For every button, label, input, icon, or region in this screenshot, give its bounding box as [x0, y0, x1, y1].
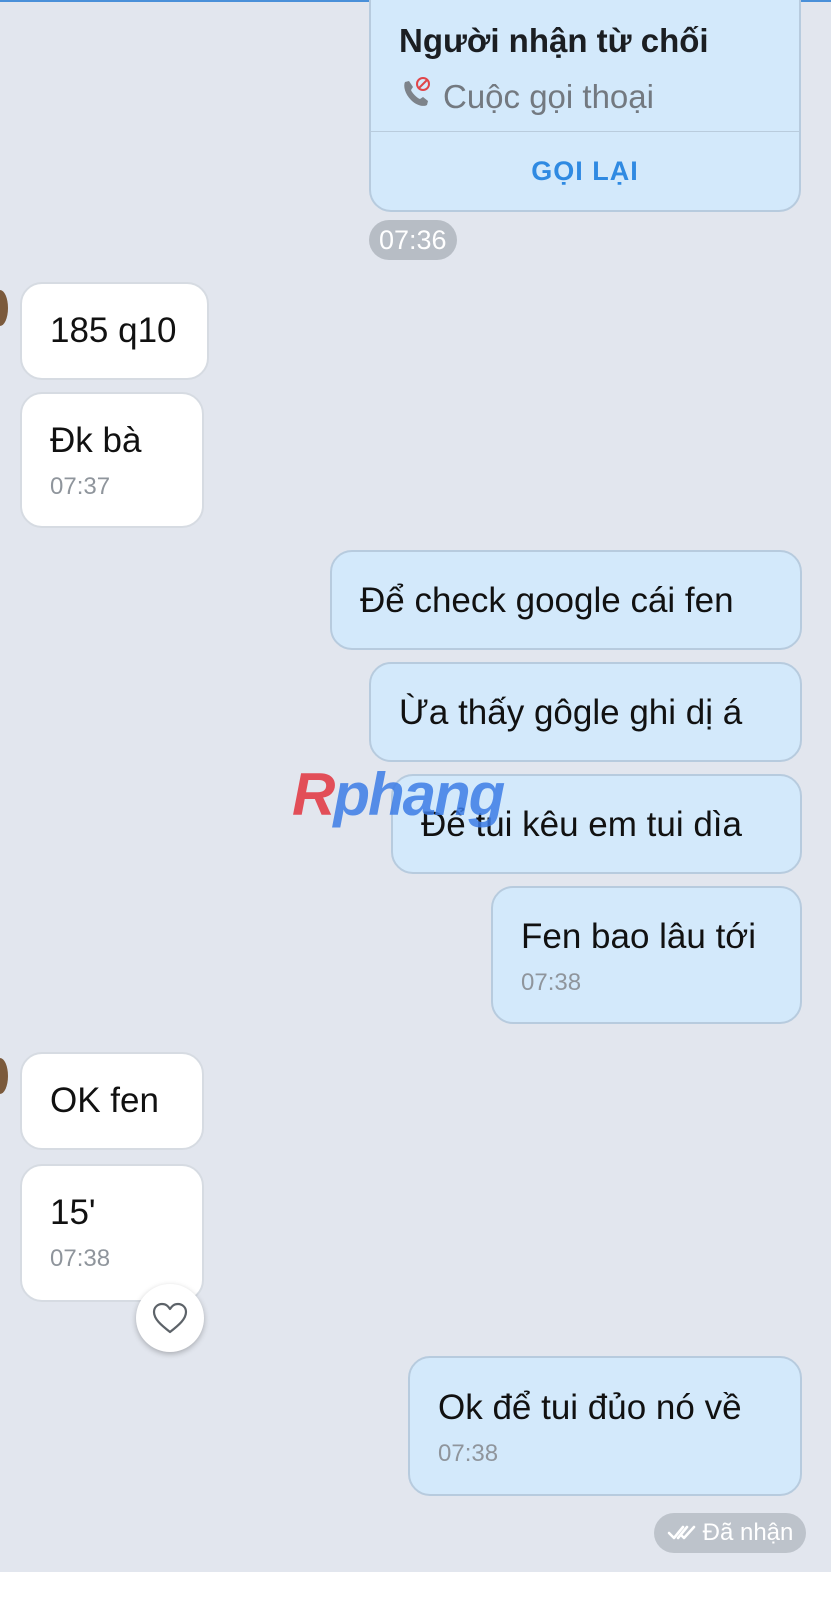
bottom-bar	[0, 1572, 831, 1600]
phone-declined-icon	[399, 76, 433, 118]
call-type-label: Cuộc gọi thoại	[443, 78, 654, 115]
message-text: Đk bà	[50, 421, 142, 460]
message-text: 15'	[50, 1193, 96, 1232]
message-text: 185 q10	[50, 311, 177, 350]
message-bubble-incoming[interactable]: 185 q10	[20, 282, 209, 380]
message-bubble-outgoing[interactable]: Để tui kêu em tui dìa	[391, 774, 802, 874]
message-bubble-outgoing[interactable]: Ok để tui đủo nó về 07:38	[408, 1356, 802, 1496]
message-time: 07:38	[50, 1245, 111, 1272]
message-bubble-incoming[interactable]: 15' 07:38	[20, 1164, 204, 1302]
message-text: Để tui kêu em tui dìa	[421, 805, 742, 844]
missed-call-card: Người nhận từ chối Cuộc gọi thoại GỌI LẠ…	[369, 0, 801, 212]
call-back-button[interactable]: GỌI LẠI	[371, 132, 799, 210]
message-bubble-incoming[interactable]: Đk bà 07:37	[20, 392, 204, 528]
delivery-status-label: Đã nhận	[702, 1519, 794, 1546]
message-time: 07:38	[521, 969, 582, 996]
call-time-badge: 07:36	[369, 220, 457, 260]
message-text: Fen bao lâu tới	[521, 917, 757, 956]
message-bubble-outgoing[interactable]: Fen bao lâu tới 07:38	[491, 886, 802, 1024]
message-text: Để check google cái fen	[360, 581, 734, 620]
call-status-title: Người nhận từ chối	[399, 22, 709, 59]
message-bubble-outgoing[interactable]: Để check google cái fen	[330, 550, 802, 650]
double-check-icon	[667, 1525, 695, 1540]
reaction-button[interactable]	[136, 1284, 204, 1352]
call-type-row: Cuộc gọi thoại	[399, 76, 654, 118]
message-bubble-outgoing[interactable]: Ừa thấy gôgle ghi dị á	[369, 662, 802, 762]
message-text: Ừa thấy gôgle ghi dị á	[399, 693, 743, 732]
avatar[interactable]	[0, 1058, 8, 1094]
message-text: Ok để tui đủo nó về	[438, 1388, 742, 1427]
message-bubble-incoming[interactable]: OK fen	[20, 1052, 204, 1150]
message-text: OK fen	[50, 1081, 159, 1120]
delivery-status-badge: Đã nhận	[654, 1513, 806, 1553]
message-time: 07:37	[50, 473, 111, 500]
message-time: 07:38	[438, 1440, 499, 1467]
heart-icon	[152, 1302, 188, 1334]
avatar[interactable]	[0, 290, 8, 326]
